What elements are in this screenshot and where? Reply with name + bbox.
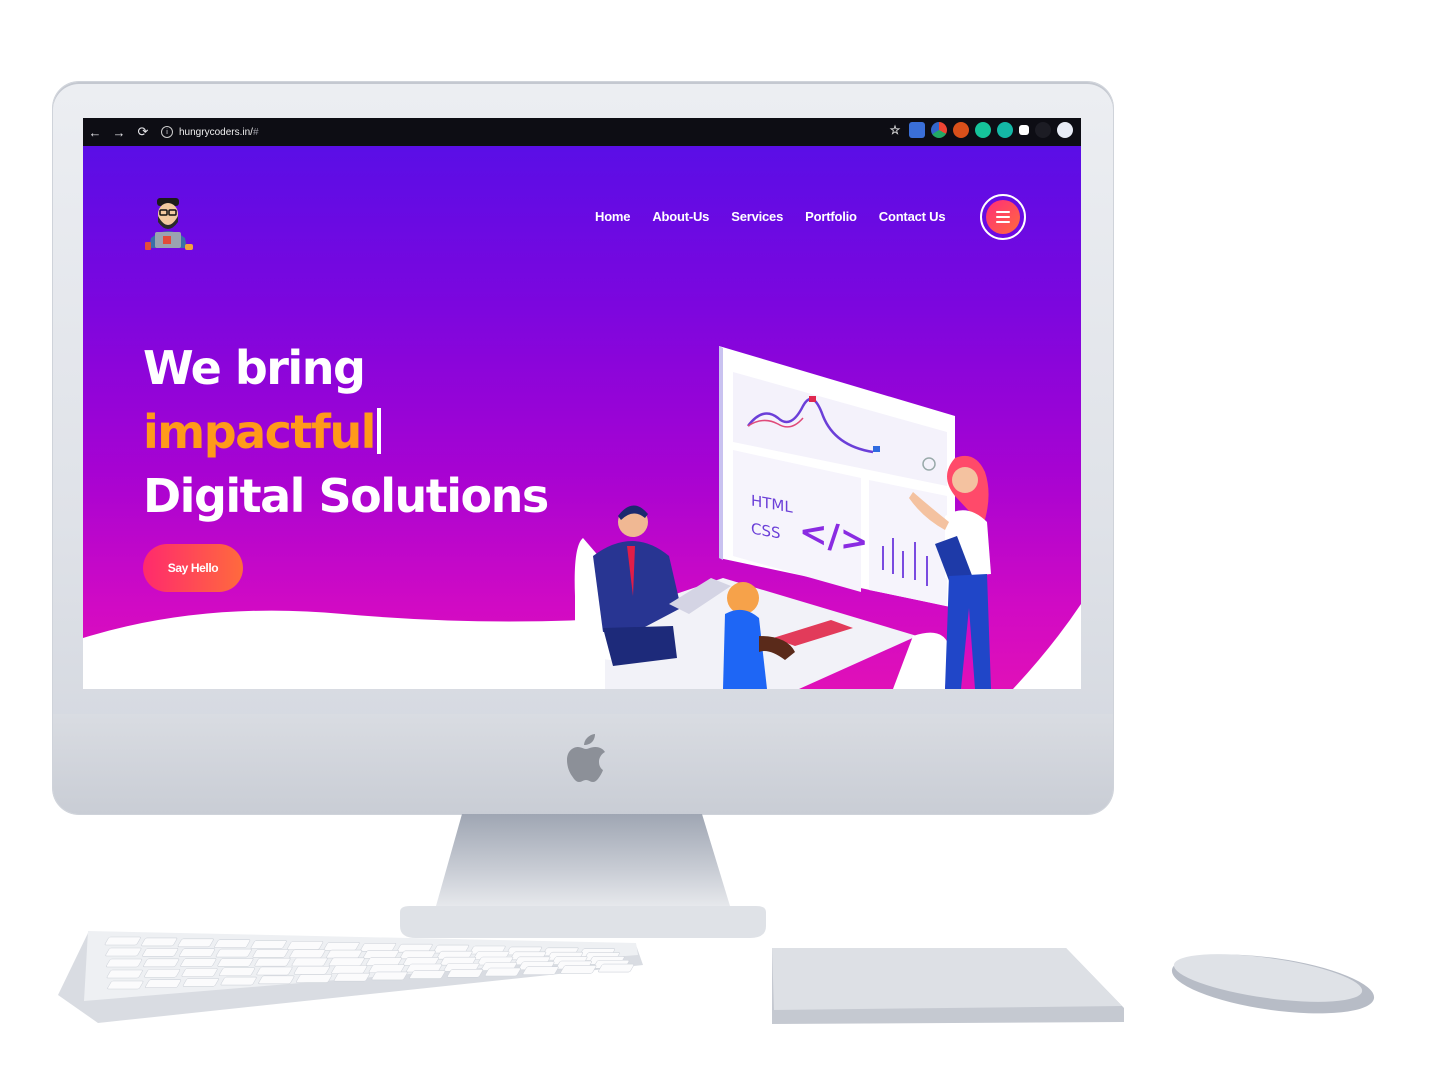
url-host: hungrycoders.in/ [179, 126, 253, 138]
say-hello-button[interactable]: Say Hello [143, 544, 243, 592]
website-hero: Home About-Us Services Portfolio Contact… [83, 146, 1081, 689]
note-extension-icon[interactable] [1019, 125, 1029, 135]
keyboard-key [106, 958, 143, 968]
keyboard-key [250, 940, 287, 949]
keyboard-key [180, 958, 217, 967]
hero-line-2-wrap: impactful [143, 400, 548, 464]
info-icon[interactable]: i [161, 126, 173, 138]
typing-caret [376, 408, 381, 454]
keyboard-key [105, 947, 142, 957]
keyboard-key [217, 958, 254, 967]
trackpad [772, 948, 1124, 1024]
url-path: # [252, 126, 259, 138]
apple-logo-icon [567, 734, 605, 782]
keyboard-key [331, 965, 368, 974]
keyboard-key [104, 936, 141, 946]
keyboard-key [522, 966, 559, 976]
keyboard-key [293, 965, 330, 975]
hero-line-1: We bring [143, 341, 366, 395]
keyboard-key [368, 964, 405, 974]
hero-line-2: impactful [143, 405, 376, 459]
keyboard-key [296, 974, 333, 983]
keyboard-key [145, 979, 182, 989]
grammarly-extension-icon[interactable] [975, 122, 991, 138]
bookmark-star-icon[interactable]: ☆ [887, 122, 903, 138]
keyboard-key [177, 938, 214, 948]
nav-contact-us[interactable]: Contact Us [879, 209, 946, 224]
keyboard-key [215, 948, 252, 958]
keyboard-key [143, 958, 180, 968]
keyboard-key [214, 939, 251, 948]
hero-line-3: Digital Solutions [143, 469, 549, 523]
keyboard-key [326, 949, 363, 959]
nav-about-us[interactable]: About-Us [652, 209, 709, 224]
keyboard-key [254, 957, 291, 967]
screen: ← → ⟳ i hungrycoders.in/# ☆ Home About-U… [83, 118, 1081, 689]
keyboard-key [142, 948, 179, 957]
hamburger-menu-button[interactable] [980, 194, 1026, 240]
keyboard [58, 931, 643, 1023]
keyboard-key [484, 967, 521, 977]
keyboard-key [181, 968, 218, 977]
translate-extension-icon[interactable] [909, 122, 925, 138]
keyboard-key [256, 966, 293, 976]
keyboard-key [289, 949, 326, 959]
keyboard-key [287, 941, 324, 950]
keyboard-key [218, 967, 256, 977]
keyboard-key [362, 950, 400, 959]
keyboard-key [144, 968, 181, 978]
nav-home[interactable]: Home [595, 209, 631, 224]
keyboard-key [323, 942, 360, 951]
profile-avatar-icon[interactable] [1057, 122, 1073, 138]
forward-icon[interactable]: → [107, 120, 131, 144]
address-bar[interactable]: i hungrycoders.in/# [161, 126, 259, 138]
keyboard-key [141, 937, 178, 947]
keyboard-key [178, 948, 216, 958]
extensions-area: ☆ [887, 122, 1073, 138]
keyboard-key [182, 978, 219, 987]
keyboard-key [598, 963, 635, 973]
spacer-extension-icon [1035, 122, 1051, 138]
imac-stand [400, 814, 766, 938]
keyboard-key [258, 975, 295, 985]
keyboard-key [333, 972, 370, 982]
mouse [1171, 954, 1375, 1014]
main-nav: Home About-Us Services Portfolio Contact… [595, 209, 946, 224]
keyboard-key [447, 968, 484, 978]
hero-illustration: HTML CSS </> [574, 346, 991, 689]
nav-portfolio[interactable]: Portfolio [805, 209, 857, 224]
back-icon[interactable]: ← [83, 120, 107, 144]
keyboard-key [291, 957, 328, 967]
keyboard-key [107, 980, 144, 990]
keyboard-key [252, 949, 289, 958]
keyboard-key [365, 957, 402, 966]
hero-headline: We bring impactful Digital Solutions [143, 336, 549, 528]
keyboard-key [220, 976, 257, 986]
keyboard-key [560, 965, 597, 974]
hamburger-icon [986, 200, 1020, 234]
color-extension-icon[interactable] [931, 122, 947, 138]
reload-icon[interactable]: ⟳ [131, 120, 155, 144]
browser-toolbar: ← → ⟳ i hungrycoders.in/# ☆ [83, 118, 1081, 146]
m-extension-icon[interactable] [997, 122, 1013, 138]
keyboard-key [360, 942, 397, 952]
keyboard-key [409, 970, 446, 979]
fox-extension-icon[interactable] [953, 122, 969, 138]
keyboard-key [328, 957, 365, 967]
hungry-coders-logo-icon[interactable] [143, 194, 193, 252]
keyboard-key [371, 971, 408, 981]
nav-services[interactable]: Services [731, 209, 783, 224]
keyboard-key [106, 969, 143, 979]
